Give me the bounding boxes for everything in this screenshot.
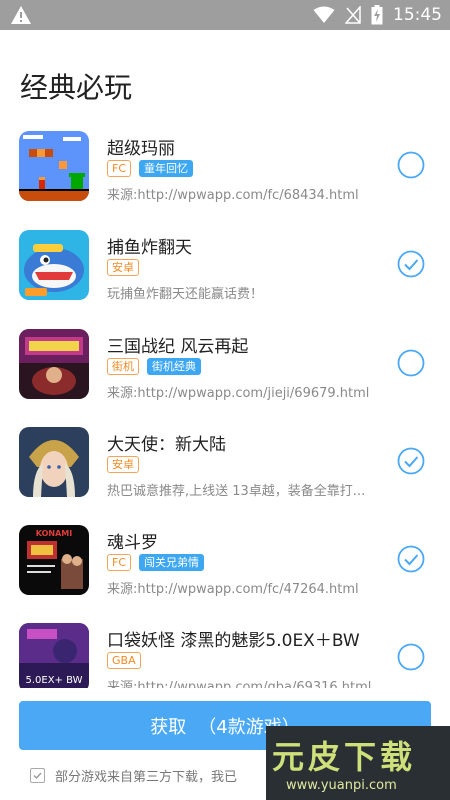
agreement-row[interactable]: 部分游戏来自第三方下载，我已 bbox=[30, 766, 237, 785]
tag-platform: GBA bbox=[107, 652, 141, 669]
game-tags: FC 闯关兄弟情 bbox=[107, 554, 205, 571]
unchecked-circle-icon[interactable] bbox=[397, 151, 425, 179]
unchecked-circle-icon[interactable] bbox=[397, 643, 425, 671]
game-row-2[interactable]: 捕鱼炸翻天 安卓 玩捕鱼炸翻天还能赢话费！ bbox=[0, 230, 450, 320]
thumb-logo-text: KONAMI bbox=[36, 529, 72, 538]
game-tags: FC 童年回忆 bbox=[107, 160, 194, 177]
check-icon bbox=[33, 772, 42, 780]
game-tags: 街机 街机经典 bbox=[107, 358, 201, 375]
agreement-checkbox[interactable] bbox=[30, 768, 45, 783]
game-name: 超级玛丽 bbox=[107, 139, 175, 159]
battery-charging-icon bbox=[371, 5, 383, 25]
wifi-icon bbox=[313, 6, 335, 23]
page-title: 经典必玩 bbox=[20, 71, 133, 104]
thumb-caption-text: 5.0EX+ BW bbox=[25, 675, 82, 686]
tag-category: 童年回忆 bbox=[139, 160, 194, 177]
watermark-logo: 元皮下载 www.yuanpi.com bbox=[266, 726, 450, 800]
game-thumbnail-contra: KONAMI bbox=[19, 525, 89, 595]
game-name: 口袋妖怪 漆黑的魅影5.0EX＋BW bbox=[107, 631, 360, 651]
status-bar: 15:45 bbox=[0, 0, 450, 30]
game-row-3[interactable]: 三国战纪 风云再起 街机 街机经典 来源:http://wpwapp.com/j… bbox=[0, 329, 450, 419]
warning-icon bbox=[11, 6, 31, 24]
tag-platform: 安卓 bbox=[107, 456, 139, 473]
game-description: 热巴诚意推荐,上线送 13卓越，装备全靠打... bbox=[107, 484, 366, 499]
checked-circle-icon[interactable] bbox=[397, 447, 425, 475]
game-tags: GBA bbox=[107, 652, 141, 669]
agreement-text: 部分游戏来自第三方下载，我已 bbox=[55, 770, 238, 785]
unchecked-circle-icon[interactable] bbox=[397, 349, 425, 377]
tag-category: 街机经典 bbox=[147, 358, 201, 375]
game-row-1[interactable]: 超级玛丽 FC 童年回忆 来源:http://wpwapp.com/fc/684… bbox=[0, 131, 450, 221]
game-description: 玩捕鱼炸翻天还能赢话费！ bbox=[107, 287, 264, 302]
no-signal-icon bbox=[345, 6, 361, 24]
tag-platform: 街机 bbox=[107, 358, 139, 375]
checked-circle-icon[interactable] bbox=[397, 250, 425, 278]
game-thumbnail-mario bbox=[19, 131, 89, 201]
tag-platform: 安卓 bbox=[107, 259, 139, 276]
game-description: 来源:http://wpwapp.com/fc/47264.html bbox=[107, 582, 359, 597]
tag-platform: FC bbox=[107, 160, 132, 177]
watermark-text: 元皮下载 bbox=[272, 738, 417, 776]
get-button-label: 获取 bbox=[150, 716, 187, 738]
game-name: 大天使：新大陆 bbox=[107, 435, 226, 455]
clock: 15:45 bbox=[393, 5, 442, 25]
game-row-5[interactable]: KONAMI 魂斗罗 FC 闯关兄弟情 来源:http://wpwapp.com… bbox=[0, 525, 450, 615]
tag-category: 闯关兄弟情 bbox=[139, 554, 205, 571]
game-thumbnail-sanguo bbox=[19, 329, 89, 399]
game-thumbnail-archangel bbox=[19, 427, 89, 497]
game-thumbnail-pokemon: 5.0EX+ BW bbox=[19, 623, 89, 693]
game-row-4[interactable]: 大天使：新大陆 安卓 热巴诚意推荐,上线送 13卓越，装备全靠打... bbox=[0, 427, 450, 517]
game-description: 来源:http://wpwapp.com/fc/68434.html bbox=[107, 188, 359, 203]
game-tags: 安卓 bbox=[107, 259, 139, 276]
game-name: 三国战纪 风云再起 bbox=[107, 337, 249, 357]
watermark-url: www.yuanpi.com bbox=[286, 778, 397, 793]
game-description: 来源:http://wpwapp.com/jieji/69679.html bbox=[107, 386, 370, 401]
game-name: 捕鱼炸翻天 bbox=[107, 238, 192, 258]
game-name: 魂斗罗 bbox=[107, 533, 158, 553]
game-tags: 安卓 bbox=[107, 456, 139, 473]
game-thumbnail-fishing bbox=[19, 230, 89, 300]
checked-circle-icon[interactable] bbox=[397, 545, 425, 573]
tag-platform: FC bbox=[107, 554, 132, 571]
